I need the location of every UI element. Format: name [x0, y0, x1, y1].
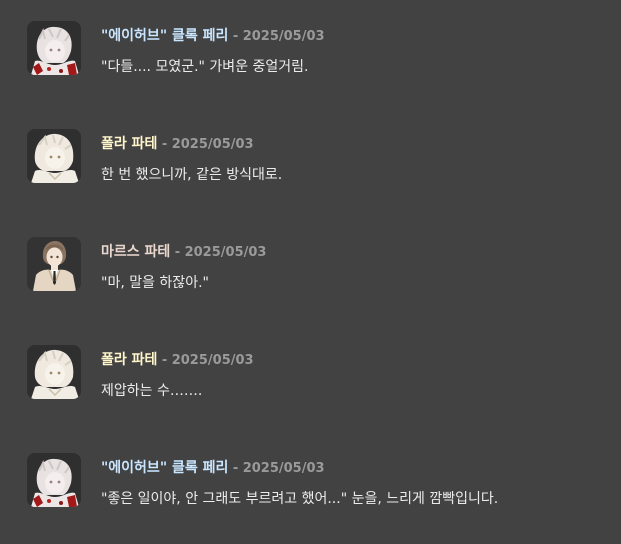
message-header: 폴라 파테 - 2025/05/03: [101, 135, 254, 154]
message-date: 2025/05/03: [242, 29, 325, 44]
suited-character-avatar[interactable]: [27, 237, 81, 291]
author-name[interactable]: "에이허브" 클록 페리: [101, 460, 228, 476]
header-separator: -: [232, 461, 239, 476]
author-name[interactable]: 폴라 파테: [101, 136, 157, 152]
author-name[interactable]: 마르스 파테: [101, 244, 170, 260]
chat-message: "에이허브" 클록 페리 - 2025/05/03 "다들.... 모였군." …: [27, 21, 607, 81]
message-date: 2025/05/03: [242, 461, 325, 476]
white-haired-character-red-accent-avatar[interactable]: [27, 453, 81, 507]
message-header: "에이허브" 클록 페리 - 2025/05/03: [101, 27, 325, 46]
chat-log: "에이허브" 클록 페리 - 2025/05/03 "다들.... 모였군." …: [0, 0, 621, 544]
message-date: 2025/05/03: [171, 353, 254, 368]
header-separator: -: [161, 137, 168, 152]
message-date: 2025/05/03: [171, 137, 254, 152]
white-haired-character-red-accent-avatar[interactable]: [27, 21, 81, 75]
message-header: 폴라 파테 - 2025/05/03: [101, 351, 254, 370]
header-separator: -: [232, 29, 239, 44]
message-text: "좋은 일이야, 안 그래도 부르려고 했어..." 눈을, 느리게 깜빡입니다…: [101, 491, 499, 507]
light-haired-character-avatar[interactable]: [27, 129, 81, 183]
author-name[interactable]: 폴라 파테: [101, 352, 157, 368]
message-text: "마, 말을 하잖아.": [101, 275, 209, 291]
chat-message: 폴라 파테 - 2025/05/03 한 번 했으니까, 같은 방식대로.: [27, 129, 607, 189]
message-header: "에이허브" 클록 페리 - 2025/05/03: [101, 459, 325, 478]
header-separator: -: [174, 245, 181, 260]
message-text: 한 번 했으니까, 같은 방식대로.: [101, 167, 283, 183]
message-date: 2025/05/03: [184, 245, 267, 260]
light-haired-character-avatar[interactable]: [27, 345, 81, 399]
message-header: 마르스 파테 - 2025/05/03: [101, 243, 266, 262]
chat-message: 폴라 파테 - 2025/05/03 제압하는 수…….: [27, 345, 607, 405]
header-separator: -: [161, 353, 168, 368]
author-name[interactable]: "에이허브" 클록 페리: [101, 28, 228, 44]
chat-message: 마르스 파테 - 2025/05/03 "마, 말을 하잖아.": [27, 237, 607, 297]
chat-message: "에이허브" 클록 페리 - 2025/05/03 "좋은 일이야, 안 그래도…: [27, 453, 607, 513]
message-text: 제압하는 수…….: [101, 383, 203, 399]
message-text: "다들.... 모였군." 가벼운 중얼거림.: [101, 59, 309, 75]
